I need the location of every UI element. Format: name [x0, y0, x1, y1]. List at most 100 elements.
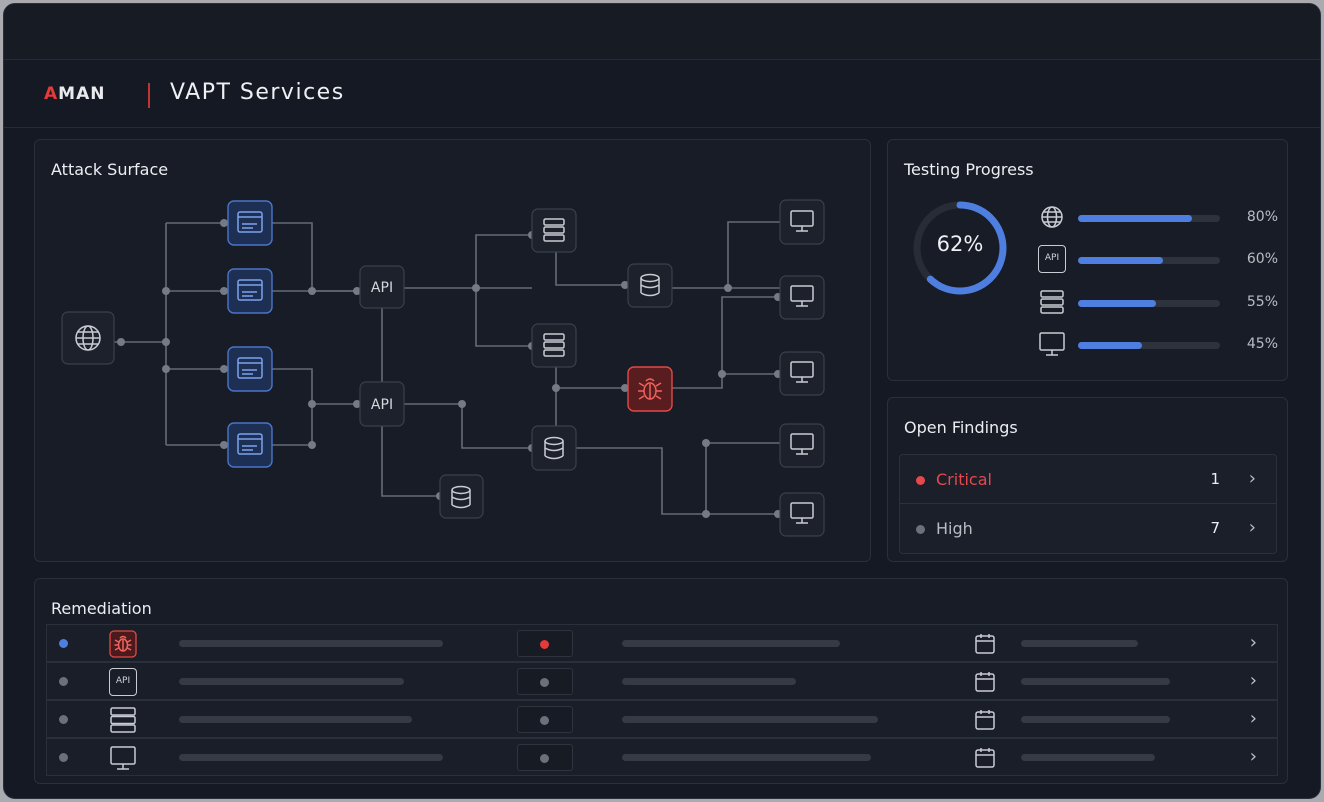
endpoint-node-2[interactable] — [779, 275, 825, 320]
severity-indicator — [517, 668, 573, 695]
server-icon — [110, 707, 136, 733]
finding-row-critical[interactable]: Critical 1 › — [899, 454, 1277, 504]
server-node-2[interactable] — [531, 323, 577, 368]
remediation-panel: Remediation › API › › › — [34, 578, 1288, 784]
progress-row-endpoint: 45% — [1038, 330, 1278, 360]
webapp-node-4[interactable] — [227, 422, 273, 468]
progress-row-server: 55% — [1038, 288, 1278, 318]
severity-dot — [540, 678, 549, 687]
server-icon — [1040, 290, 1064, 314]
api-node-2[interactable]: API — [359, 381, 405, 427]
attack-surface-graph: API API — [61, 199, 825, 537]
api-icon: API — [109, 668, 137, 696]
progress-percent: 60% — [1246, 251, 1278, 267]
webapp-node-3[interactable] — [227, 346, 273, 392]
api-node-label: API — [371, 280, 393, 296]
progress-row-api: API 60% — [1038, 245, 1278, 275]
globe-icon — [1041, 206, 1063, 228]
monitor-icon — [1039, 332, 1065, 356]
placeholder-bar — [179, 678, 404, 685]
attack-surface-panel: Attack Surface API API — [34, 139, 871, 562]
chevron-right-icon[interactable]: › — [1250, 632, 1257, 653]
severity-dot — [916, 525, 925, 534]
monitor-icon — [110, 746, 136, 770]
graph-edges — [113, 221, 780, 515]
open-findings-panel: Open Findings Critical 1 › High 7 › — [887, 397, 1288, 562]
endpoint-node-1[interactable] — [779, 199, 825, 245]
database-node-3[interactable] — [439, 474, 484, 519]
remediation-row[interactable]: › — [46, 738, 1278, 776]
placeholder-bar — [1021, 716, 1170, 723]
remediation-row[interactable]: API › — [46, 662, 1278, 700]
bug-icon — [109, 630, 137, 658]
calendar-icon — [975, 634, 995, 654]
status-dot — [59, 639, 68, 648]
api-node-label: API — [371, 397, 393, 413]
testing-progress-panel: Testing Progress 62% 80% API 60% 55% 45% — [887, 139, 1288, 381]
progress-percent: 55% — [1246, 294, 1278, 310]
status-dot — [59, 677, 68, 686]
chevron-right-icon[interactable]: › — [1249, 468, 1256, 489]
progress-track — [1078, 257, 1220, 264]
placeholder-bar — [622, 678, 796, 685]
progress-track — [1078, 342, 1220, 349]
open-findings-title: Open Findings — [904, 418, 1018, 437]
remediation-row[interactable]: › — [46, 700, 1278, 738]
vulnerability-node[interactable] — [627, 366, 673, 412]
progress-percent: 45% — [1246, 336, 1278, 352]
finding-label: Critical — [936, 470, 992, 489]
endpoint-node-5[interactable] — [779, 492, 825, 537]
calendar-icon — [975, 672, 995, 692]
progress-percent: 80% — [1246, 209, 1278, 225]
aman-logo[interactable]: AMAN — [44, 84, 105, 104]
placeholder-bar — [622, 640, 840, 647]
header-divider — [148, 83, 150, 108]
progress-fill — [1078, 300, 1157, 307]
webapp-node-1[interactable] — [227, 200, 273, 246]
progress-fill — [1078, 215, 1192, 222]
window-titlebar — [4, 4, 1320, 60]
severity-indicator — [517, 744, 573, 771]
progress-row-web: 80% — [1038, 203, 1278, 233]
finding-count: 7 — [1210, 519, 1220, 537]
placeholder-bar — [179, 754, 443, 761]
internet-node[interactable] — [61, 311, 115, 365]
calendar-icon — [975, 710, 995, 730]
server-node-1[interactable] — [531, 208, 577, 253]
placeholder-bar — [179, 716, 412, 723]
progress-fill — [1078, 342, 1142, 349]
severity-indicator — [517, 706, 573, 733]
page-title: VAPT Services — [170, 80, 345, 105]
webapp-node-2[interactable] — [227, 268, 273, 314]
api-node-1[interactable]: API — [359, 265, 405, 309]
endpoint-node-3[interactable] — [779, 351, 825, 396]
finding-row-high[interactable]: High 7 › — [899, 504, 1277, 554]
status-dot — [59, 715, 68, 724]
chevron-right-icon[interactable]: › — [1250, 708, 1257, 729]
severity-indicator — [517, 630, 573, 657]
status-dot — [59, 753, 68, 762]
placeholder-bar — [179, 640, 443, 647]
app-window: AMAN VAPT Services Attack Surface API AP… — [3, 3, 1321, 799]
testing-progress-title: Testing Progress — [904, 160, 1034, 179]
severity-dot — [540, 754, 549, 763]
finding-count: 1 — [1210, 470, 1220, 488]
placeholder-bar — [622, 754, 871, 761]
remediation-row[interactable]: › — [46, 624, 1278, 662]
placeholder-bar — [1021, 678, 1170, 685]
api-icon: API — [1038, 245, 1066, 273]
chevron-right-icon[interactable]: › — [1249, 517, 1256, 538]
progress-track — [1078, 215, 1220, 222]
remediation-title: Remediation — [51, 599, 152, 618]
calendar-icon — [975, 748, 995, 768]
database-node-2[interactable] — [531, 425, 577, 471]
chevron-right-icon[interactable]: › — [1250, 746, 1257, 767]
placeholder-bar — [1021, 640, 1138, 647]
overall-progress-value: 62% — [936, 232, 984, 256]
severity-dot — [916, 476, 925, 485]
progress-track — [1078, 300, 1220, 307]
severity-dot — [540, 640, 549, 649]
endpoint-node-4[interactable] — [779, 423, 825, 468]
chevron-right-icon[interactable]: › — [1250, 670, 1257, 691]
database-node-1[interactable] — [627, 263, 673, 308]
